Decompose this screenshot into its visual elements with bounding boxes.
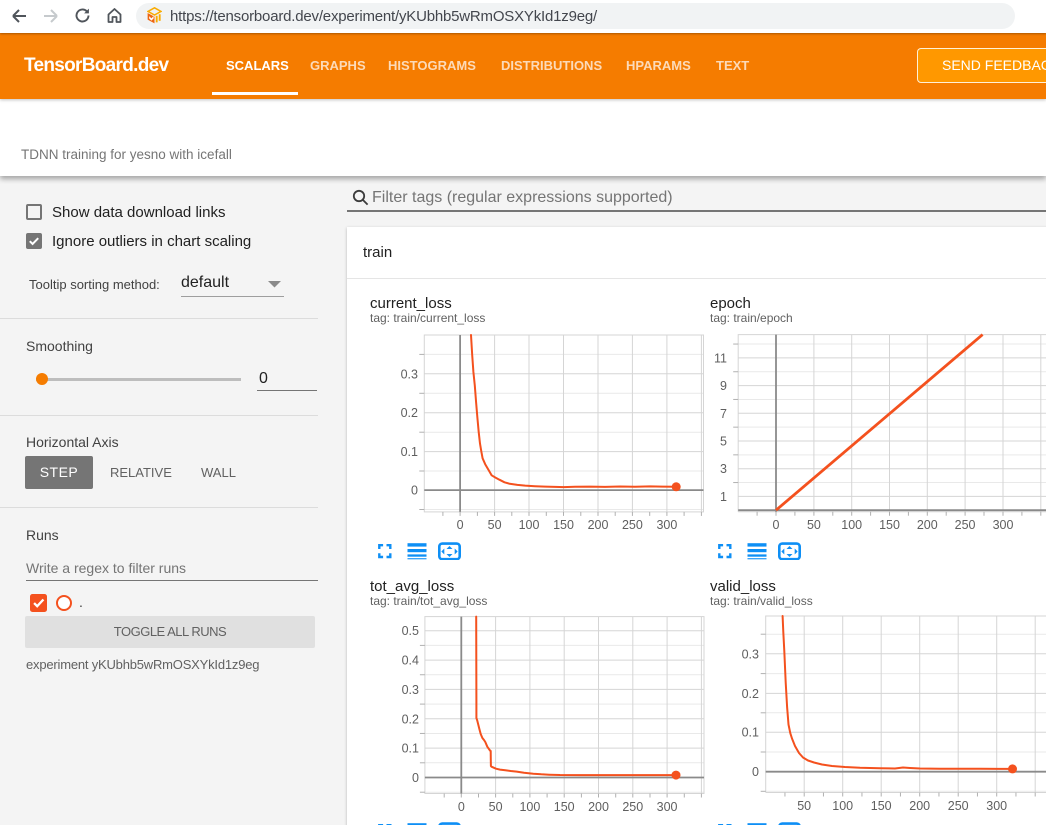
svg-text:200: 200	[909, 799, 930, 813]
svg-text:150: 150	[879, 518, 900, 532]
svg-text:0: 0	[752, 765, 759, 779]
svg-text:1: 1	[720, 490, 727, 504]
svg-text:300: 300	[657, 800, 678, 814]
svg-text:50: 50	[797, 799, 811, 813]
svg-text:100: 100	[519, 800, 540, 814]
svg-text:0.3: 0.3	[402, 683, 419, 697]
svg-text:0.3: 0.3	[742, 647, 759, 661]
svg-text:300: 300	[986, 799, 1007, 813]
svg-text:5: 5	[720, 435, 727, 449]
svg-text:250: 250	[622, 800, 643, 814]
svg-text:0.5: 0.5	[402, 624, 419, 638]
svg-text:250: 250	[955, 518, 976, 532]
svg-text:250: 250	[948, 799, 969, 813]
svg-text:150: 150	[553, 518, 574, 532]
svg-text:0: 0	[458, 800, 465, 814]
svg-text:0.4: 0.4	[402, 654, 419, 668]
svg-text:0: 0	[457, 518, 464, 532]
svg-text:0.2: 0.2	[402, 712, 419, 726]
svg-text:0.1: 0.1	[742, 726, 759, 740]
svg-text:11: 11	[714, 351, 727, 365]
svg-text:0.1: 0.1	[401, 445, 418, 459]
svg-text:0.1: 0.1	[402, 742, 419, 756]
svg-text:0: 0	[773, 518, 780, 532]
svg-text:100: 100	[519, 518, 540, 532]
svg-text:50: 50	[489, 800, 503, 814]
svg-text:0.2: 0.2	[401, 406, 418, 420]
svg-text:0: 0	[411, 484, 418, 498]
svg-text:150: 150	[554, 800, 575, 814]
svg-text:200: 200	[588, 518, 609, 532]
svg-text:300: 300	[656, 518, 677, 532]
svg-text:0.3: 0.3	[401, 367, 418, 381]
svg-text:50: 50	[488, 518, 502, 532]
svg-text:7: 7	[720, 407, 727, 421]
svg-text:3: 3	[720, 462, 727, 476]
svg-text:0: 0	[412, 771, 419, 785]
svg-text:250: 250	[622, 518, 643, 532]
svg-text:9: 9	[720, 379, 727, 393]
svg-text:100: 100	[841, 518, 862, 532]
svg-text:0.2: 0.2	[742, 687, 759, 701]
svg-text:300: 300	[993, 518, 1014, 532]
svg-text:100: 100	[832, 799, 853, 813]
svg-text:150: 150	[871, 799, 892, 813]
svg-text:200: 200	[917, 518, 938, 532]
svg-text:50: 50	[807, 518, 821, 532]
svg-text:200: 200	[588, 800, 609, 814]
